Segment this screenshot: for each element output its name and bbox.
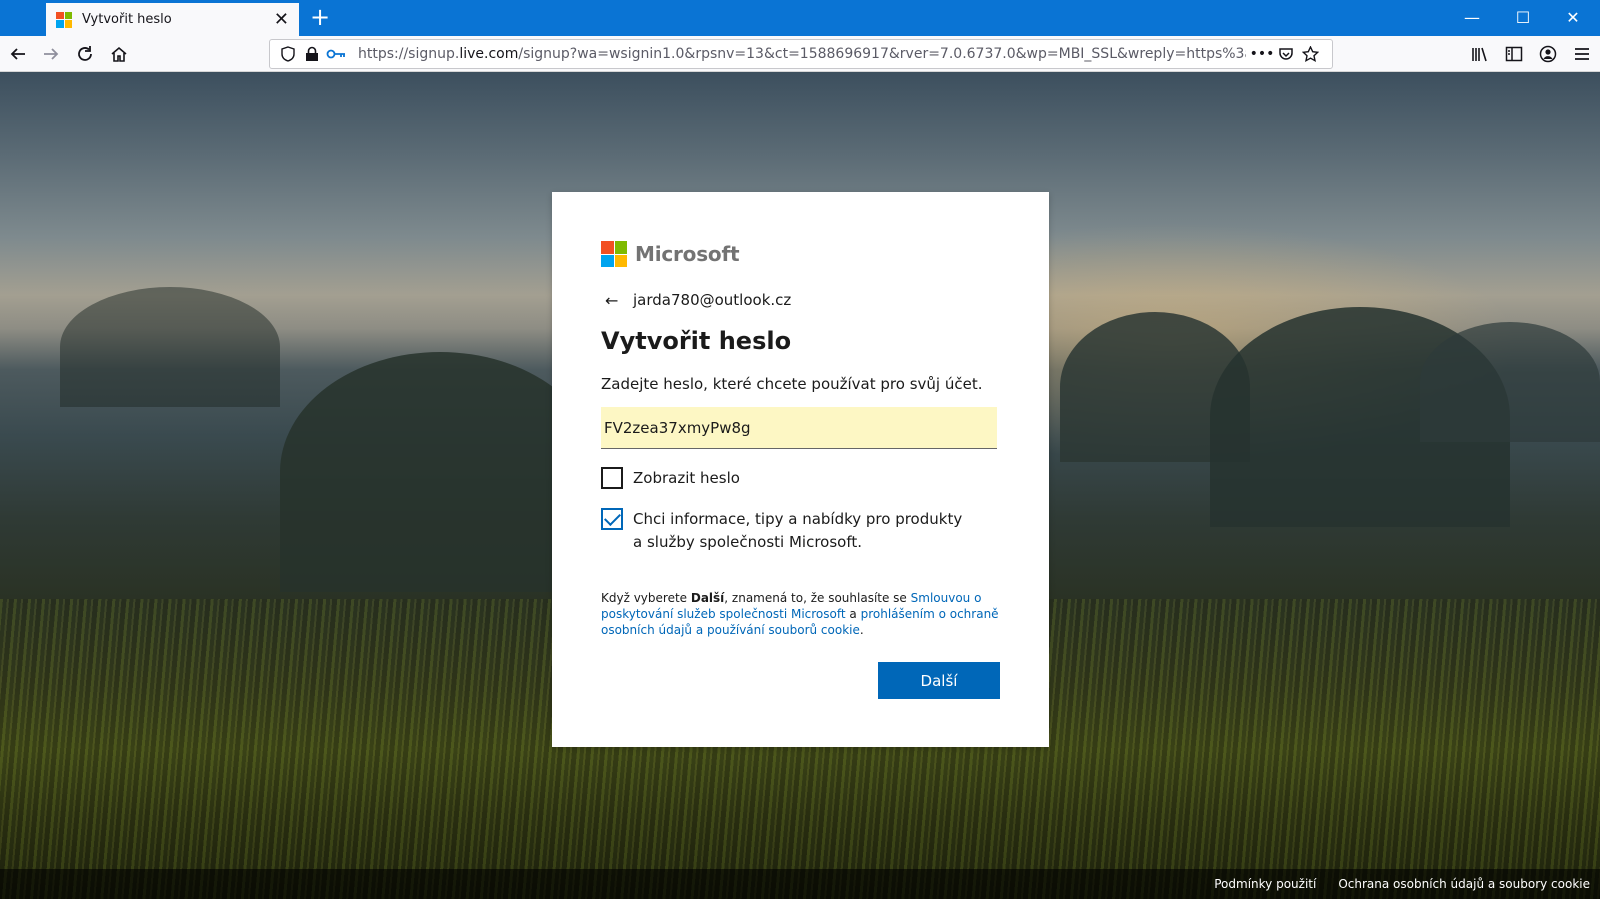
terms-of-use-link[interactable]: Podmínky použití [1214,877,1316,891]
page-title: Vytvořit heslo [601,327,792,355]
forward-arrow-icon [44,48,59,60]
menu-button[interactable] [1568,40,1596,68]
microsoft-favicon-icon [56,11,72,28]
forward-button[interactable] [37,40,65,68]
sidebar-icon [1505,46,1523,62]
home-icon [111,46,127,62]
next-button[interactable]: Další [878,662,1000,699]
identity-back-link[interactable]: ← jarda780@outlook.cz [601,288,999,312]
tab-title: Vytvořit heslo [82,12,172,27]
library-icon [1472,47,1487,62]
browser-titlebar: Vytvořit heslo ✕ + — ☐ ✕ [0,0,1600,36]
maximize-button[interactable]: ☐ [1498,0,1548,36]
back-arrow-icon[interactable]: ← [605,291,625,310]
sidebar-button[interactable] [1500,40,1528,68]
home-button[interactable] [105,40,133,68]
create-password-dialog: Microsoft ← jarda780@outlook.cz Vytvořit… [552,192,1049,747]
show-password-label: Zobrazit heslo [633,469,740,487]
page-actions-icon[interactable]: ••• [1250,44,1275,64]
hamburger-menu-icon [1575,48,1589,60]
page-footer: Podmínky použití Ochrana osobních údajů … [0,869,1600,899]
bookmark-star-icon[interactable] [1300,44,1320,64]
key-icon[interactable] [326,44,346,64]
address-bar[interactable]: https://signup.live.com/signup?wa=wsigni… [269,39,1333,69]
account-icon [1539,45,1557,63]
privacy-cookies-link[interactable]: Ochrana osobních údajů a soubory cookie [1338,877,1590,891]
show-password-checkbox-box[interactable] [601,467,623,489]
legal-notice: Když vyberete Další, znamená to, že souh… [601,591,999,637]
tracking-shield-icon[interactable] [278,44,298,64]
reload-button[interactable] [71,40,99,68]
microsoft-logo: Microsoft [601,240,999,268]
password-input[interactable] [601,407,997,449]
page-description: Zadejte heslo, které chcete používat pro… [601,375,983,393]
window-close-button[interactable]: ✕ [1548,0,1598,36]
reload-icon [78,46,92,61]
new-tab-button[interactable]: + [306,4,334,32]
url-text: https://signup.live.com/signup?wa=wsigni… [358,46,1246,62]
account-button[interactable] [1534,40,1562,68]
show-password-checkbox[interactable]: Zobrazit heslo [601,467,999,490]
browser-navbar: https://signup.live.com/signup?wa=wsigni… [0,36,1600,72]
tab-close-icon[interactable]: ✕ [274,10,289,29]
browser-tab[interactable]: Vytvořit heslo ✕ [46,3,299,36]
back-arrow-icon [10,48,25,60]
minimize-button[interactable]: — [1447,0,1497,36]
pocket-icon[interactable] [1276,44,1296,64]
microsoft-wordmark: Microsoft [635,242,740,266]
microsoft-logo-icon [601,241,627,267]
marketing-optin-checkbox-box[interactable] [601,508,623,530]
marketing-optin-checkbox[interactable]: Chci informace, tipy a nabídky pro produ… [601,508,999,554]
back-button[interactable] [4,40,32,68]
marketing-optin-label: Chci informace, tipy a nabídky pro produ… [633,510,963,551]
library-button[interactable] [1466,40,1494,68]
account-email: jarda780@outlook.cz [633,291,792,309]
lock-icon[interactable] [302,44,322,64]
